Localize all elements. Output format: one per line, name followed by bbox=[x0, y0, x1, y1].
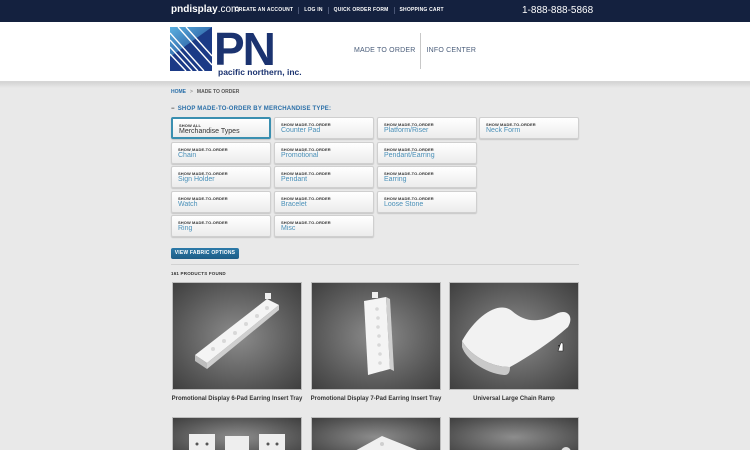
filter-sign-holder[interactable]: SHOW MADE-TO-ORDER Sign Holder bbox=[171, 166, 271, 188]
filter-counter-pad[interactable]: SHOW MADE-TO-ORDER Counter Pad bbox=[274, 117, 374, 139]
breadcrumb: HOME > MADE TO ORDER bbox=[171, 89, 239, 95]
product-image-chain-ramp[interactable] bbox=[449, 282, 579, 390]
main-nav: MADE TO ORDER INFO CENTER bbox=[354, 33, 481, 69]
breadcrumb-separator: > bbox=[190, 89, 193, 95]
filter-label: Misc bbox=[281, 225, 296, 232]
shopping-cart-link[interactable]: SHOPPING CART bbox=[393, 7, 449, 14]
product-name[interactable]: Promotional Display 6-Pad Earring Insert… bbox=[167, 396, 307, 402]
results-divider bbox=[171, 264, 579, 265]
breadcrumb-current: MADE TO ORDER bbox=[196, 89, 240, 95]
product-image-display-stand[interactable] bbox=[449, 417, 579, 450]
nav-made-to-order[interactable]: MADE TO ORDER bbox=[354, 47, 420, 69]
filter-label: Earring bbox=[384, 176, 407, 183]
filter-label: Sign Holder bbox=[178, 176, 215, 183]
view-fabric-options-button[interactable]: VIEW FABRIC OPTIONS bbox=[171, 248, 239, 259]
filter-platform-riser[interactable]: SHOW MADE-TO-ORDER Platform/Riser bbox=[377, 117, 477, 139]
quick-order-form-link[interactable]: QUICK ORDER FORM bbox=[327, 7, 394, 14]
filter-pendant-earring[interactable]: SHOW MADE-TO-ORDER Pendant/Earring bbox=[377, 142, 477, 164]
product-image-display-tray[interactable] bbox=[311, 417, 441, 450]
filter-misc[interactable]: SHOW MADE-TO-ORDER Misc bbox=[274, 215, 374, 237]
filter-label: Chain bbox=[178, 152, 197, 159]
filter-chain[interactable]: SHOW MADE-TO-ORDER Chain bbox=[171, 142, 271, 164]
filter-ring[interactable]: SHOW MADE-TO-ORDER Ring bbox=[171, 215, 271, 237]
product-image-7-pad-earring-tray[interactable] bbox=[311, 282, 441, 390]
phone-number: 1-888-888-5868 bbox=[522, 5, 594, 16]
site-header: PN pacific northern, inc. MADE TO ORDER … bbox=[0, 22, 750, 82]
filter-label: Pendant bbox=[281, 176, 308, 183]
collapse-toggle-icon[interactable]: − bbox=[171, 106, 175, 112]
filter-label: Watch bbox=[178, 201, 198, 208]
section-title-text: SHOP MADE-TO-ORDER BY MERCHANDISE TYPE: bbox=[177, 106, 332, 112]
account-nav: CREATE AN ACCOUNT LOG IN QUICK ORDER FOR… bbox=[235, 7, 449, 14]
filter-promotional[interactable]: SHOW MADE-TO-ORDER Promotional bbox=[274, 142, 374, 164]
results-count: 161 PRODUCTS FOUND bbox=[171, 271, 226, 276]
filter-label: Promotional bbox=[281, 152, 319, 159]
create-account-link[interactable]: CREATE AN ACCOUNT bbox=[235, 7, 298, 14]
filter-label: Pendant/Earring bbox=[384, 152, 435, 159]
product-image-earring-cards[interactable] bbox=[172, 417, 302, 450]
site-name[interactable]: pndisplay.com bbox=[171, 4, 239, 15]
filter-label: Neck Form bbox=[486, 127, 521, 134]
filter-bracelet[interactable]: SHOW MADE-TO-ORDER Bracelet bbox=[274, 191, 374, 213]
section-title[interactable]: − SHOP MADE-TO-ORDER BY MERCHANDISE TYPE: bbox=[171, 106, 331, 112]
svg-text:pacific northern, inc.: pacific northern, inc. bbox=[218, 67, 302, 77]
filter-watch[interactable]: SHOW MADE-TO-ORDER Watch bbox=[171, 191, 271, 213]
header-shadow bbox=[0, 82, 750, 88]
filter-loose-stone[interactable]: SHOW MADE-TO-ORDER Loose Stone bbox=[377, 191, 477, 213]
top-bar: pndisplay.com CREATE AN ACCOUNT LOG IN Q… bbox=[0, 0, 750, 22]
product-image-6-pad-earring-tray[interactable] bbox=[172, 282, 302, 390]
filter-label: Merchandise Types bbox=[179, 128, 240, 135]
filter-label: Bracelet bbox=[281, 201, 307, 208]
filter-label: Ring bbox=[178, 225, 193, 232]
filter-earring[interactable]: SHOW MADE-TO-ORDER Earring bbox=[377, 166, 477, 188]
nav-info-center[interactable]: INFO CENTER bbox=[421, 47, 481, 69]
breadcrumb-home[interactable]: HOME bbox=[171, 89, 186, 95]
product-name[interactable]: Promotional Display 7-Pad Earring Insert… bbox=[306, 396, 446, 402]
filter-label: Platform/Riser bbox=[384, 127, 429, 134]
filter-all-merchandise[interactable]: SHOW ALL Merchandise Types bbox=[171, 117, 271, 139]
filter-label: Counter Pad bbox=[281, 127, 321, 134]
filter-pendant[interactable]: SHOW MADE-TO-ORDER Pendant bbox=[274, 166, 374, 188]
product-name[interactable]: Universal Large Chain Ramp bbox=[444, 396, 584, 402]
filter-neck-form[interactable]: SHOW MADE-TO-ORDER Neck Form bbox=[479, 117, 579, 139]
company-logo[interactable]: PN pacific northern, inc. bbox=[169, 23, 306, 77]
filter-label: Loose Stone bbox=[384, 201, 424, 208]
log-in-link[interactable]: LOG IN bbox=[298, 7, 327, 14]
